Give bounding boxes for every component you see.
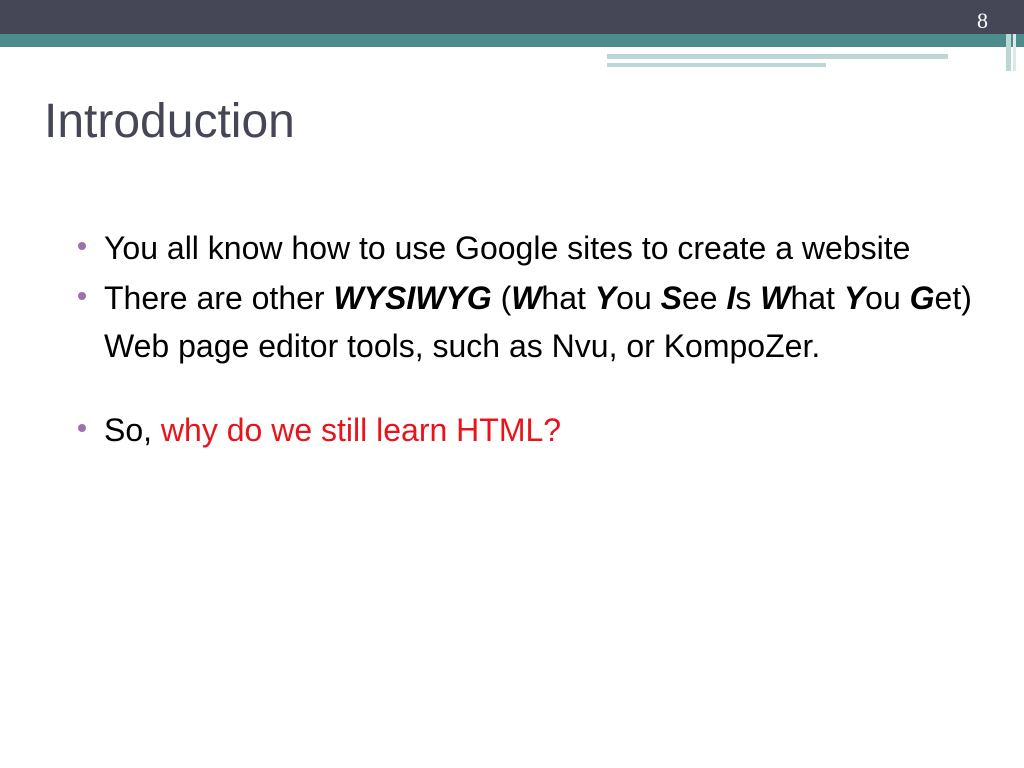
- bullet-dot-icon: [78, 242, 86, 250]
- decorative-bar: [1013, 34, 1016, 71]
- slide-number: 8: [977, 8, 988, 33]
- acronym-letter: S: [660, 280, 682, 316]
- bullet-text-segment: s: [735, 280, 761, 316]
- decorative-bar: [1006, 34, 1011, 71]
- acronym-letter: G: [909, 280, 935, 316]
- bullet-text-segment: ee: [681, 280, 727, 316]
- highlighted-question: why do we still learn HTML?: [160, 412, 562, 448]
- bullet-text-segment: (: [491, 280, 512, 316]
- bullet-text: You all know how to use Google sites to …: [104, 230, 911, 266]
- acronym-letter: W: [511, 280, 542, 316]
- bullet-item: There are other WYSIWYG (What You See Is…: [78, 274, 988, 370]
- bullet-text-segment: ou: [865, 280, 910, 316]
- decorative-line: [607, 63, 826, 67]
- slide: 8 Introduction You all know how to use G…: [0, 0, 1024, 768]
- bullet-text-segment: ou: [616, 280, 661, 316]
- bullet-item: You all know how to use Google sites to …: [78, 224, 988, 272]
- bullet-item: So, why do we still learn HTML?: [78, 406, 988, 454]
- bullet-text-segment: So,: [104, 412, 161, 448]
- header-accent-band: [0, 34, 1024, 47]
- slide-title: Introduction: [44, 95, 295, 148]
- bullet-text-segment: hat: [541, 280, 595, 316]
- header-bar: [0, 0, 1024, 34]
- acronym-letter: Y: [843, 280, 866, 316]
- acronym-letter: W: [760, 280, 791, 316]
- bullet-dot-icon: [78, 292, 86, 300]
- decorative-line: [607, 54, 948, 59]
- bullet-dot-icon: [78, 424, 86, 432]
- acronym-letter: Y: [594, 280, 617, 316]
- acronym-letter: I: [726, 280, 736, 316]
- bullet-text-segment: There are other: [104, 280, 334, 316]
- bullet-list: You all know how to use Google sites to …: [78, 224, 988, 454]
- bullet-text-segment: hat: [790, 280, 844, 316]
- wysiwyg-acronym: WYSIWYG: [333, 280, 492, 316]
